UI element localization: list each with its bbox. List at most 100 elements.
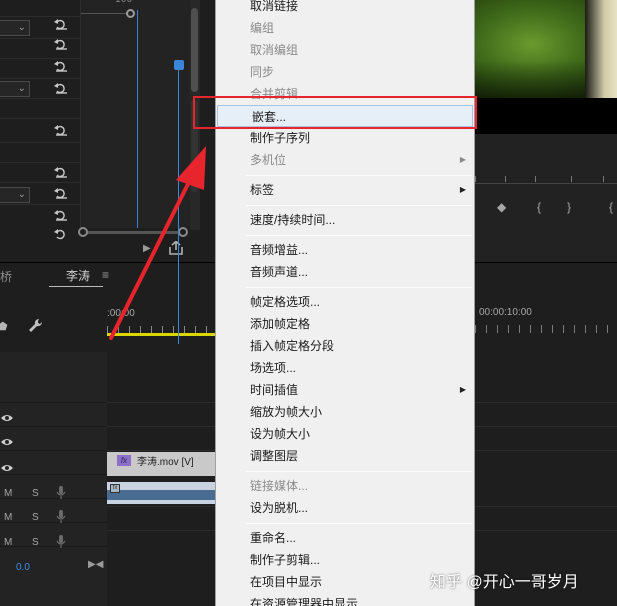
- scrollbar-track: [84, 231, 184, 234]
- monitor-ruler[interactable]: [475, 170, 617, 184]
- menu-item-speed-duration[interactable]: 速度/持续时间...: [216, 209, 474, 231]
- fx-badge: fx: [117, 455, 131, 466]
- mark-in-button[interactable]: {: [537, 200, 541, 214]
- ruler-tick: [505, 176, 506, 182]
- menu-item-label: 音频增益...: [250, 243, 309, 257]
- track-line: [107, 450, 215, 451]
- microphone-icon[interactable]: [56, 535, 66, 549]
- menu-item-frame-hold-options[interactable]: 帧定格选项...: [216, 291, 474, 313]
- solo-button[interactable]: S: [32, 512, 39, 523]
- reset-icon[interactable]: [54, 60, 68, 72]
- property-row-divider: [0, 38, 80, 39]
- mark-out-button[interactable]: }: [567, 200, 571, 214]
- go-to-edge-icon[interactable]: ▶◀: [88, 559, 103, 570]
- menu-item-make-subsequence[interactable]: 制作子序列: [216, 127, 474, 149]
- menu-item-link-media[interactable]: 链接媒体...: [216, 475, 474, 497]
- microphone-icon[interactable]: [56, 510, 66, 524]
- menu-item-time-interpolation[interactable]: 时间插值 ▶: [216, 379, 474, 401]
- menu-item-label: 重命名...: [250, 531, 297, 545]
- property-dropdown[interactable]: ⌄: [0, 81, 30, 97]
- reset-icon[interactable]: [54, 228, 68, 240]
- reset-icon[interactable]: [54, 82, 68, 94]
- add-marker-button[interactable]: ◆: [497, 200, 506, 214]
- solo-button[interactable]: S: [32, 488, 39, 499]
- playhead-handle[interactable]: [174, 60, 184, 70]
- reset-icon[interactable]: [54, 209, 68, 221]
- work-area-bar[interactable]: [107, 333, 215, 336]
- menu-item-rename[interactable]: 重命名...: [216, 527, 474, 549]
- menu-item-label: 取消编组: [250, 43, 299, 57]
- panel-menu-icon[interactable]: ≡: [102, 268, 109, 282]
- audio-waveform: [107, 490, 215, 500]
- ruler-tick: [603, 176, 604, 182]
- menu-item-group[interactable]: 编组: [216, 17, 474, 39]
- program-monitor: ◆ { } {: [475, 0, 617, 263]
- menu-item-label: 插入帧定格分段: [250, 339, 335, 353]
- property-row-divider: [0, 204, 80, 205]
- menu-item-insert-frame-hold-segment[interactable]: 插入帧定格分段: [216, 335, 474, 357]
- horizontal-scrollbar[interactable]: [78, 226, 190, 238]
- wrench-icon[interactable]: [28, 318, 44, 334]
- timeline-tracks-right[interactable]: 00:00:10:00: [475, 263, 617, 606]
- marker-icon[interactable]: ⬟: [0, 320, 8, 333]
- menu-item-field-options[interactable]: 场选项...: [216, 357, 474, 379]
- reset-icon[interactable]: [54, 187, 68, 199]
- menu-item-audio-channels[interactable]: 音频声道...: [216, 261, 474, 283]
- eye-icon[interactable]: [0, 460, 14, 471]
- scroll-handle-left[interactable]: [78, 227, 88, 237]
- menu-item-multi-camera[interactable]: 多机位 ▶: [216, 149, 474, 171]
- mute-button[interactable]: M: [4, 512, 12, 523]
- menu-item-label: 在项目中显示: [250, 575, 323, 589]
- play-icon[interactable]: ▶: [143, 243, 151, 254]
- reset-icon[interactable]: [54, 18, 68, 30]
- reset-icon[interactable]: [54, 124, 68, 136]
- menu-item-adjustment-layer[interactable]: 调整图层: [216, 445, 474, 467]
- menu-item-make-offline[interactable]: 设为脱机...: [216, 497, 474, 519]
- menu-item-add-frame-hold[interactable]: 添加帧定格: [216, 313, 474, 335]
- menu-item-unlink[interactable]: 取消链接: [216, 0, 474, 17]
- mute-button[interactable]: M: [4, 488, 12, 499]
- property-dropdown[interactable]: ⌄: [0, 20, 30, 36]
- mute-button[interactable]: M: [4, 537, 12, 548]
- menu-item-audio-gain[interactable]: 音频增益...: [216, 239, 474, 261]
- menu-item-scale-to-frame-size[interactable]: 缩放为帧大小: [216, 401, 474, 423]
- menu-separator: [246, 205, 472, 206]
- menu-item-reveal-in-explorer[interactable]: 在资源管理器中显示...: [216, 593, 474, 606]
- eye-icon[interactable]: [0, 410, 14, 421]
- reset-icon[interactable]: [54, 166, 68, 178]
- property-dropdown[interactable]: ⌄: [0, 187, 30, 203]
- menu-item-label-submenu[interactable]: 标签 ▶: [216, 179, 474, 201]
- tab-previous-sequence[interactable]: 桥: [0, 268, 12, 285]
- menu-item-ungroup[interactable]: 取消编组: [216, 39, 474, 61]
- scrollbar-thumb[interactable]: [191, 8, 198, 92]
- context-menu: 取消链接 编组 取消编组 同步 合并剪辑... 嵌套... 制作子序列 多机位 ▶…: [215, 0, 475, 606]
- track-divider: [0, 498, 107, 499]
- playhead-line: [137, 10, 138, 228]
- effect-keyframe-area[interactable]: 100: [80, 0, 192, 228]
- track-line: [475, 426, 617, 427]
- ruler-ticks: [475, 325, 617, 333]
- scroll-handle-right[interactable]: [178, 227, 188, 237]
- audio-clip[interactable]: fx: [107, 482, 215, 504]
- video-clip[interactable]: fx 李涛.mov [V]: [107, 452, 215, 476]
- video-preview-frame: [475, 0, 617, 98]
- track-divider: [0, 450, 107, 451]
- annotation-highlight-box: [193, 96, 477, 129]
- tab-active-sequence[interactable]: 李涛: [66, 267, 90, 284]
- menu-item-synchronize[interactable]: 同步: [216, 61, 474, 83]
- timeline-ruler[interactable]: :00:00: [107, 304, 215, 336]
- export-icon[interactable]: [168, 240, 184, 255]
- reset-icon[interactable]: [54, 38, 68, 50]
- letterbox-bar: [475, 98, 617, 134]
- go-to-in-button[interactable]: {: [609, 200, 613, 214]
- menu-item-label: 制作子序列: [250, 131, 311, 145]
- zoom-handle[interactable]: [126, 9, 135, 18]
- eye-icon[interactable]: [0, 434, 14, 445]
- property-row-divider: [0, 16, 80, 17]
- submenu-arrow-icon: ▶: [459, 185, 466, 194]
- master-volume-value[interactable]: 0.0: [16, 562, 30, 573]
- solo-button[interactable]: S: [32, 537, 39, 548]
- menu-item-label: 标签: [250, 183, 275, 197]
- microphone-icon[interactable]: [56, 486, 66, 500]
- menu-item-set-to-frame-size[interactable]: 设为帧大小: [216, 423, 474, 445]
